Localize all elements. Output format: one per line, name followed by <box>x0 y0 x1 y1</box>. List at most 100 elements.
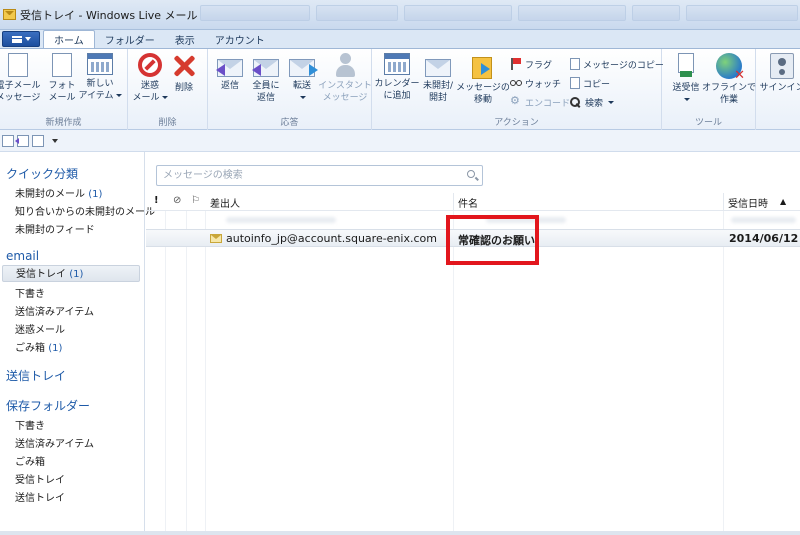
column-from[interactable]: 差出人 <box>210 195 240 210</box>
nav-item-storage-outbox[interactable]: 送信トレイ <box>15 489 65 504</box>
copy-message-icon <box>570 58 580 70</box>
tab-folder[interactable]: フォルダー <box>95 31 165 48</box>
sign-in-label: サインイン <box>759 83 800 93</box>
ribbon-tab-bar: ホーム フォルダー 表示 アカウント <box>0 30 800 48</box>
search-icon[interactable] <box>467 170 475 178</box>
column-line <box>165 211 166 535</box>
nav-item-inbox[interactable]: 受信トレイ (1) <box>2 265 140 282</box>
sign-in-button[interactable]: サインイン <box>760 53 800 113</box>
ribbon: 電子メール メッセージ フォト メール 新しい アイテム 新規作成 迷惑 メール… <box>0 48 800 130</box>
column-received[interactable]: 受信日時 <box>728 195 768 210</box>
read-unread-envelope-icon <box>425 59 451 77</box>
column-line <box>723 211 724 535</box>
delete-label: 削除 <box>174 83 193 93</box>
title-bar: 受信トレイ - Windows Live メール <box>0 0 800 30</box>
column-subject[interactable]: 件名 <box>458 195 478 210</box>
nav-item-storage-inbox[interactable]: 受信トレイ <box>15 471 65 486</box>
unread-read-label-1: 未開封/ <box>422 81 454 91</box>
column-separator[interactable] <box>723 193 724 211</box>
new-email-label-1: 電子メール <box>0 81 41 91</box>
copy-icon <box>570 77 580 89</box>
column-separator[interactable] <box>453 193 454 211</box>
flag-button[interactable]: フラグ <box>510 56 552 72</box>
reply-all-label-2: 返信 <box>256 93 275 103</box>
nav-item-storage-trash[interactable]: ごみ箱 <box>15 453 45 468</box>
group-label-delete: 削除 <box>158 118 177 128</box>
ribbon-group-delete: 迷惑 メール 削除 削除 <box>128 49 208 130</box>
dropdown-arrow-icon <box>300 96 306 99</box>
encode-button[interactable]: エンコード <box>510 94 570 110</box>
tab-account[interactable]: アカウント <box>205 31 275 48</box>
unread-envelope-icon <box>210 234 222 243</box>
tab-home[interactable]: ホーム <box>43 30 95 48</box>
qat-send-receive-icon[interactable] <box>32 134 44 147</box>
dropdown-arrow-icon <box>608 100 615 104</box>
ribbon-group-actions: カレンダー に追加 未開封/ 開封 メッセージの 移動 フラグ ウォッチ エンコ… <box>372 49 664 130</box>
nav-item-unread-email[interactable]: 未開封のメール (1) <box>15 185 102 200</box>
nav-item-junk[interactable]: 迷惑メール <box>15 321 65 336</box>
quick-access-toolbar <box>0 130 800 152</box>
nav-item-label: 受信トレイ <box>15 475 65 486</box>
group-label-tools: ツール <box>694 118 722 128</box>
nav-item-label: 下書き <box>15 289 45 300</box>
find-button[interactable]: 検索 <box>570 94 615 110</box>
sign-in-icon <box>770 53 794 79</box>
unread-read-button[interactable]: 未開封/ 開封 <box>416 53 460 113</box>
photo-email-label-1: フォト <box>48 81 76 91</box>
search-input[interactable]: メッセージの検索 <box>156 165 483 186</box>
forward-dropdown <box>298 92 306 104</box>
new-email-button[interactable]: 電子メール メッセージ <box>0 53 41 113</box>
move-message-button[interactable]: メッセージの 移動 <box>456 53 510 113</box>
nav-item-sent-items[interactable]: 送信済みアイテム <box>15 303 94 318</box>
qat-new-message-icon[interactable] <box>2 134 14 147</box>
nav-item-trash[interactable]: ごみ箱 (1) <box>15 339 62 354</box>
outbox-header[interactable]: 送信トレイ <box>6 367 66 384</box>
qat-reply-icon[interactable] <box>15 134 29 147</box>
nav-item-storage-drafts[interactable]: 下書き <box>15 417 45 432</box>
nav-item-storage-sent[interactable]: 送信済みアイテム <box>15 435 94 450</box>
watch-button[interactable]: ウォッチ <box>510 75 561 91</box>
obscured-text <box>731 217 796 223</box>
window-title: 受信トレイ - Windows Live メール <box>20 8 198 22</box>
storage-folders-header[interactable]: 保存フォルダー <box>6 397 90 414</box>
column-importance[interactable]: ! <box>154 195 159 206</box>
dropdown-arrow-icon <box>115 94 122 97</box>
nav-item-unread-from-contacts[interactable]: 知り合いからの未開封のメール <box>15 203 155 218</box>
instant-message-button[interactable]: インスタント メッセージ <box>318 53 372 113</box>
new-items-button[interactable]: 新しい アイテム <box>78 53 122 113</box>
offline-label-2: 作業 <box>719 95 738 105</box>
copy-button[interactable]: コピー <box>570 75 610 91</box>
reply-icon <box>216 59 243 77</box>
nav-item-drafts[interactable]: 下書き <box>15 285 45 300</box>
instant-label-2: メッセージ <box>322 93 368 103</box>
copy-message-button[interactable]: メッセージのコピー <box>570 56 664 72</box>
flag-label: フラグ <box>525 60 553 71</box>
nav-item-count: (1) <box>48 343 63 354</box>
delete-button[interactable]: 削除 <box>162 53 206 113</box>
instant-message-icon <box>334 53 356 77</box>
flag-icon <box>510 58 522 70</box>
move-folder-icon <box>472 53 494 79</box>
new-email-label-2: メッセージ <box>0 93 41 103</box>
move-label-2: 移動 <box>473 95 492 105</box>
qat-customize-dropdown-icon[interactable] <box>52 138 58 143</box>
file-menu-button[interactable] <box>2 31 40 47</box>
add-to-calendar-button[interactable]: カレンダー に追加 <box>374 53 420 113</box>
email-message-icon <box>8 53 28 77</box>
column-line <box>186 211 187 535</box>
column-attachment-icon[interactable]: ⊘ <box>173 195 181 206</box>
work-offline-button[interactable]: オフラインで 作業 <box>702 53 757 113</box>
quick-views-header[interactable]: クイック分類 <box>6 165 78 182</box>
column-flag-icon[interactable]: ⚐ <box>191 195 200 206</box>
nav-item-count: (1) <box>69 269 84 280</box>
offline-label-1: オフラインで <box>702 83 757 93</box>
new-items-label-2: アイテム <box>78 90 122 102</box>
email-account-header[interactable]: email <box>6 249 39 263</box>
tab-view[interactable]: 表示 <box>165 31 205 48</box>
ribbon-group-new: 電子メール メッセージ フォト メール 新しい アイテム 新規作成 <box>0 49 128 130</box>
nav-item-unread-feeds[interactable]: 未開封のフィード <box>15 221 95 236</box>
background-taskbar-tabs <box>200 5 800 23</box>
new-items-label-text: アイテム <box>78 91 114 101</box>
move-label-1: メッセージの <box>456 83 510 93</box>
group-label-respond: 応答 <box>280 118 299 128</box>
